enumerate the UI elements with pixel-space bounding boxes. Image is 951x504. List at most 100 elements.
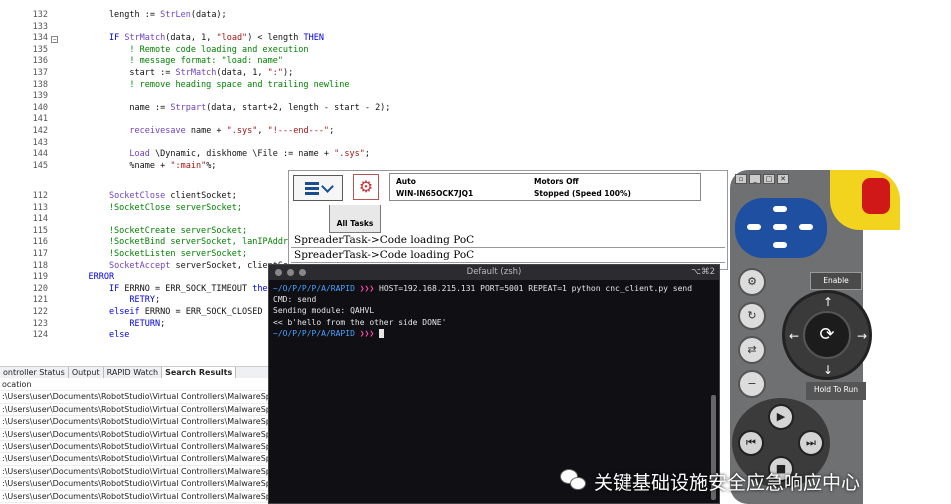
tab-output[interactable]: Output [69, 367, 104, 378]
programmable-key-3[interactable] [771, 222, 789, 232]
line-number: 122 [32, 307, 48, 317]
program-state: Stopped (Speed 100%) [534, 189, 631, 198]
prompt-arrows: ❯❯❯ [359, 328, 375, 338]
code-line[interactable]: elseif ERRNO = ERR_SOCK_CLOSED then [68, 307, 288, 319]
line-number: 119 [32, 272, 48, 283]
code-line[interactable]: !SocketListen serverSocket; [68, 249, 247, 261]
line-number: 144 [32, 149, 48, 160]
code-line[interactable]: start := StrMatch(data, 1, ":"); [68, 68, 293, 80]
select-mechanical-unit-icon[interactable]: ⚙ [738, 268, 766, 296]
terminal-output: ~/O/P/P/P/A/RAPID ❯❯❯ HOST=192.168.215.1… [269, 280, 719, 342]
line-number: 113 [32, 202, 48, 213]
joystick[interactable]: ↑ ↓ ← → ⟳ [782, 290, 872, 380]
toggle-increment-icon[interactable]: ⇄ [738, 336, 766, 364]
result-row[interactable]: :\Users\user\Documents\RobotStudio\Virtu… [0, 404, 270, 417]
prompt-path: ~/O/P/P/P/A/RAPID [273, 284, 355, 293]
line-number: 138 [32, 79, 48, 90]
code-line[interactable]: RETURN; [68, 319, 165, 331]
line-number: 112 [32, 191, 48, 201]
restore-icon[interactable]: ▫ [735, 174, 747, 184]
increment-icon[interactable]: − [738, 370, 766, 398]
pendant-window-controls: ▫ _ □ ✕ [735, 174, 789, 184]
line-number: 143 [32, 137, 48, 148]
abb-menu-button[interactable] [293, 175, 343, 201]
status-bar: Auto WIN-IN65OCK7JQ1 Motors Off Stopped … [389, 173, 789, 201]
tab-rapid-watch[interactable]: RAPID Watch [104, 367, 163, 378]
code-line[interactable]: SocketAccept serverSocket, clientSo [68, 261, 288, 273]
code-line[interactable]: else [68, 330, 129, 342]
hold-to-run-button[interactable]: Hold To Run [806, 382, 866, 400]
line-number: 132 [32, 10, 48, 20]
all-tasks-button[interactable]: All Tasks [329, 205, 381, 233]
line-number: 137 [32, 68, 48, 78]
tab-controller-status[interactable]: ontroller Status [0, 367, 69, 378]
code-line[interactable]: ERROR [68, 272, 114, 284]
result-row[interactable]: :\Users\user\Documents\RobotStudio\Virtu… [0, 453, 270, 466]
minimize-window-dot[interactable] [287, 269, 294, 276]
fold-toggle[interactable]: − [51, 36, 58, 43]
enable-button[interactable]: Enable [810, 272, 862, 290]
chevron-down-icon [320, 179, 334, 193]
code-line[interactable]: !SocketCreate serverSocket; [68, 226, 247, 238]
code-line[interactable]: length := StrLen(data); [68, 10, 227, 22]
flexpendant-screen: ⚙ Auto WIN-IN65OCK7JQ1 Motors Off Stoppe… [288, 170, 789, 270]
code-line[interactable]: name := Strpart(data, start+2, length - … [68, 103, 390, 115]
code-line[interactable]: RETRY; [68, 295, 160, 307]
code-line[interactable]: !SocketClose serverSocket; [68, 203, 242, 215]
start-icon[interactable]: ▶ [768, 404, 794, 430]
code-line[interactable]: receivesave name + ".sys", "!---end---"; [68, 126, 334, 138]
close-icon[interactable]: ✕ [777, 174, 789, 184]
minimize-icon[interactable]: _ [749, 174, 761, 184]
joystick-rotate-icon: ⟳ [803, 311, 851, 359]
line-number: 115 [32, 225, 48, 236]
watermark-text: 关键基础设施安全应急响应中心 [594, 471, 861, 494]
output-line: CMD: send [273, 295, 317, 305]
line-number: 116 [32, 237, 48, 248]
code-line[interactable]: ! message format: "load: name" [68, 56, 283, 68]
watermark: 关键基础设施安全应急响应中心 [560, 464, 950, 498]
result-row[interactable]: :\Users\user\Documents\RobotStudio\Virtu… [0, 429, 270, 442]
code-line[interactable]: %name + ":main"%; [68, 161, 216, 173]
result-row[interactable]: :\Users\user\Documents\RobotStudio\Virtu… [0, 441, 270, 454]
result-row[interactable]: :\Users\user\Documents\RobotStudio\Virtu… [0, 466, 270, 479]
code-line[interactable]: Load \Dynamic, diskhome \File := name + … [68, 149, 370, 161]
maximize-icon[interactable]: □ [763, 174, 775, 184]
toggle-motion-mode-icon[interactable]: ↻ [738, 302, 766, 330]
code-line[interactable]: SocketClose clientSocket; [68, 191, 237, 203]
result-row[interactable]: :\Users\user\Documents\RobotStudio\Virtu… [0, 416, 270, 429]
line-number: 120 [32, 283, 48, 294]
line-number: 117 [32, 249, 48, 259]
terminal-titlebar: Default (zsh) ⌥⌘2 [269, 265, 719, 280]
maximize-window-dot[interactable] [299, 269, 306, 276]
line-number: 121 [32, 295, 48, 306]
line-number: 145 [32, 160, 48, 171]
line-number: 118 [32, 260, 48, 271]
result-row[interactable]: :\Users\user\Documents\RobotStudio\Virtu… [0, 478, 270, 491]
close-window-dot[interactable] [275, 269, 282, 276]
robot-status-icon[interactable]: ⚙ [353, 174, 379, 200]
programmable-key-1[interactable] [745, 222, 763, 232]
prompt-arrows: ❯❯❯ [359, 284, 375, 293]
menu-icon [304, 180, 319, 197]
search-results-list: ocation :\Users\user\Documents\RobotStud… [0, 379, 270, 504]
code-line[interactable]: IF ERRNO = ERR_SOCK_TIMEOUT then [68, 284, 273, 296]
result-row[interactable]: :\Users\user\Documents\RobotStudio\Virtu… [0, 491, 270, 504]
step-backward-icon[interactable]: ⏮ [738, 430, 764, 456]
programmable-key-2[interactable] [771, 204, 789, 214]
output-tab-bar: ontroller Status Output RAPID Watch Sear… [0, 366, 270, 378]
emergency-stop-button[interactable] [862, 178, 890, 214]
programmable-keys [735, 198, 827, 258]
task-line: SpreaderTask->Code loading PoC [291, 233, 725, 248]
programmable-key-4[interactable] [771, 240, 789, 250]
code-line[interactable]: ! Remote code loading and execution [68, 45, 308, 57]
line-number: 135 [32, 44, 48, 55]
controller-name: WIN-IN65OCK7JQ1 [396, 189, 474, 198]
code-line[interactable]: IF StrMatch(data, 1, "load") < length TH… [68, 33, 324, 45]
code-line[interactable]: ! remove heading space and trailing newl… [68, 80, 349, 92]
step-forward-icon[interactable]: ⏭ [798, 430, 824, 456]
result-row[interactable]: :\Users\user\Documents\RobotStudio\Virtu… [0, 391, 270, 404]
tab-search-results[interactable]: Search Results [162, 367, 237, 378]
programmable-key-5[interactable] [797, 222, 815, 232]
terminal-title: Default (zsh) [466, 267, 522, 277]
code-line[interactable]: !SocketBind serverSocket, lanIPAddress, [68, 237, 309, 249]
